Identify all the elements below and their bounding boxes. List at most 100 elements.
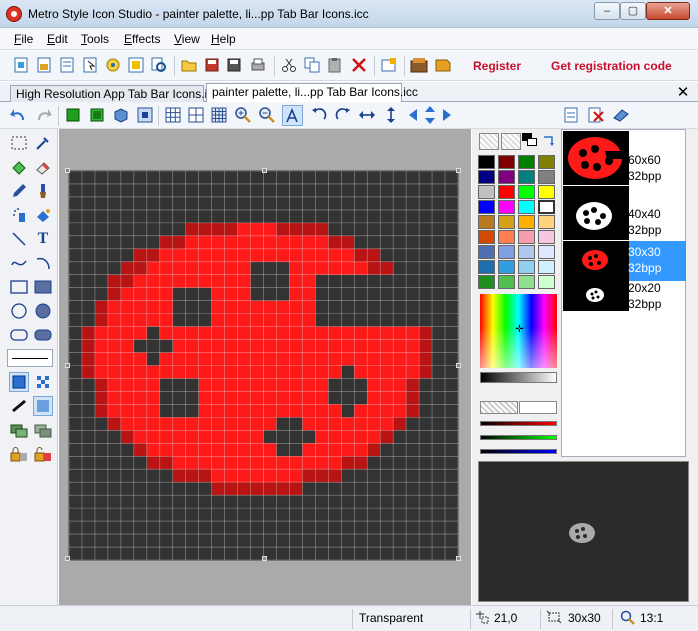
resize-handle-s[interactable] [262, 556, 267, 561]
filled-rect-icon[interactable] [33, 277, 53, 297]
color-swatch[interactable] [498, 185, 515, 199]
undo-icon[interactable] [10, 106, 28, 124]
filled-ellipse-icon[interactable] [33, 301, 53, 321]
flip-horizontal-icon[interactable] [358, 106, 376, 124]
resize-handle-n[interactable] [262, 168, 267, 173]
color-swatch[interactable] [478, 155, 495, 169]
flip-vertical-icon[interactable] [382, 106, 400, 124]
brush-icon[interactable] [33, 181, 53, 201]
green-cube-2-icon[interactable] [88, 106, 106, 124]
color-swatch[interactable] [478, 170, 495, 184]
color-swatch[interactable] [498, 245, 515, 259]
move-arrows-icon[interactable] [421, 106, 439, 124]
eyedropper-icon[interactable] [33, 133, 53, 153]
pattern-icon[interactable] [33, 372, 53, 392]
color-swatch[interactable] [518, 185, 535, 199]
zoom-out-icon[interactable] [258, 106, 276, 124]
color-swatch[interactable] [518, 230, 535, 244]
rounded-rect-icon[interactable] [9, 325, 29, 345]
menu-tools[interactable]: Tools [81, 32, 109, 46]
blue-slider[interactable] [480, 449, 557, 454]
save-icon[interactable] [203, 56, 221, 74]
format-label-30[interactable]: 30x30 32bpp [628, 244, 661, 276]
green-cube-icon[interactable] [64, 106, 82, 124]
resize-handle-ne[interactable] [456, 168, 461, 173]
brush-size-icon[interactable] [9, 396, 29, 416]
grid-2-icon[interactable] [187, 106, 205, 124]
color-swatch[interactable] [538, 245, 555, 259]
color-swatch[interactable] [538, 155, 555, 169]
color-replace-icon[interactable] [33, 205, 53, 225]
color-swatch[interactable] [478, 275, 495, 289]
menu-effects[interactable]: Effects [124, 32, 160, 46]
get-registration-code-link[interactable]: Get registration code [551, 59, 672, 73]
format-thumb-60[interactable] [563, 131, 629, 185]
color-swatch[interactable] [478, 230, 495, 244]
transparent-color-icon[interactable] [479, 133, 499, 150]
format-thumb-30[interactable] [563, 241, 629, 281]
close-tab-icon[interactable]: ✕ [675, 83, 691, 101]
new-icon[interactable] [12, 56, 30, 74]
color-swatch[interactable] [478, 245, 495, 259]
grid-3-icon[interactable] [210, 106, 228, 124]
ellipse-icon[interactable] [9, 301, 29, 321]
color-swatch[interactable] [538, 260, 555, 274]
minimize-button[interactable]: – [594, 2, 620, 20]
eraser-icon[interactable] [612, 106, 630, 124]
resize-handle-sw[interactable] [65, 556, 70, 561]
pencil-icon[interactable] [9, 181, 29, 201]
resize-handle-e[interactable] [456, 363, 461, 368]
tab-high-resolution-app[interactable]: High Resolution App Tab Bar Icons.icc [10, 85, 219, 103]
extract-icon[interactable] [81, 56, 99, 74]
green-slider[interactable] [480, 435, 557, 440]
format-label-20[interactable]: 20x20 32bpp [628, 280, 661, 312]
opacity-swatch-right[interactable] [519, 401, 557, 414]
curve-icon[interactable] [9, 253, 29, 273]
format-thumb-40[interactable] [563, 186, 629, 240]
line-icon[interactable] [9, 229, 29, 249]
color-swatch[interactable] [478, 200, 495, 214]
cut-icon[interactable] [280, 56, 298, 74]
lock-2-icon[interactable] [33, 444, 53, 464]
opacity-swatch-left[interactable] [480, 401, 518, 414]
save-all-icon[interactable] [226, 56, 244, 74]
color-swatch[interactable] [518, 260, 535, 274]
resize-handle-w[interactable] [65, 363, 70, 368]
new-from-image-icon[interactable] [35, 56, 53, 74]
search-icon[interactable] [150, 56, 168, 74]
color-swatch[interactable] [538, 230, 555, 244]
delete-format-icon[interactable] [587, 106, 605, 124]
properties-icon[interactable] [380, 56, 398, 74]
close-button[interactable]: ✕ [646, 2, 690, 20]
text-icon[interactable]: T [33, 229, 53, 249]
batch-icon[interactable] [127, 56, 145, 74]
library-icon[interactable] [410, 56, 428, 74]
color-swatch[interactable] [478, 260, 495, 274]
move-right-icon[interactable] [438, 106, 456, 124]
color-swatch[interactable] [518, 275, 535, 289]
eraser-tool-icon[interactable] [33, 157, 53, 177]
color-swatch[interactable] [478, 185, 495, 199]
color-swatch[interactable] [478, 215, 495, 229]
color-swatch[interactable] [538, 200, 555, 214]
color-swatch[interactable] [538, 170, 555, 184]
soft-brush-icon[interactable] [33, 396, 53, 416]
redo-icon[interactable] [34, 106, 52, 124]
menu-view[interactable]: View [174, 32, 200, 46]
color-swatch[interactable] [498, 155, 515, 169]
copy-icon[interactable] [303, 56, 321, 74]
color-swatch[interactable] [518, 155, 535, 169]
zoom-in-icon[interactable] [234, 106, 252, 124]
grid-icon[interactable] [164, 106, 182, 124]
color-swatch[interactable] [498, 260, 515, 274]
swap-colors-icon[interactable] [542, 133, 556, 147]
text-tool-icon[interactable] [282, 105, 303, 126]
menu-file[interactable]: File [14, 32, 33, 46]
spray-icon[interactable] [9, 205, 29, 225]
print-icon[interactable] [249, 56, 267, 74]
fill-icon[interactable] [9, 157, 29, 177]
menu-edit[interactable]: Edit [47, 32, 68, 46]
blue-square-icon[interactable] [136, 106, 154, 124]
lock-icon[interactable] [9, 444, 29, 464]
move-left-icon[interactable] [404, 106, 422, 124]
